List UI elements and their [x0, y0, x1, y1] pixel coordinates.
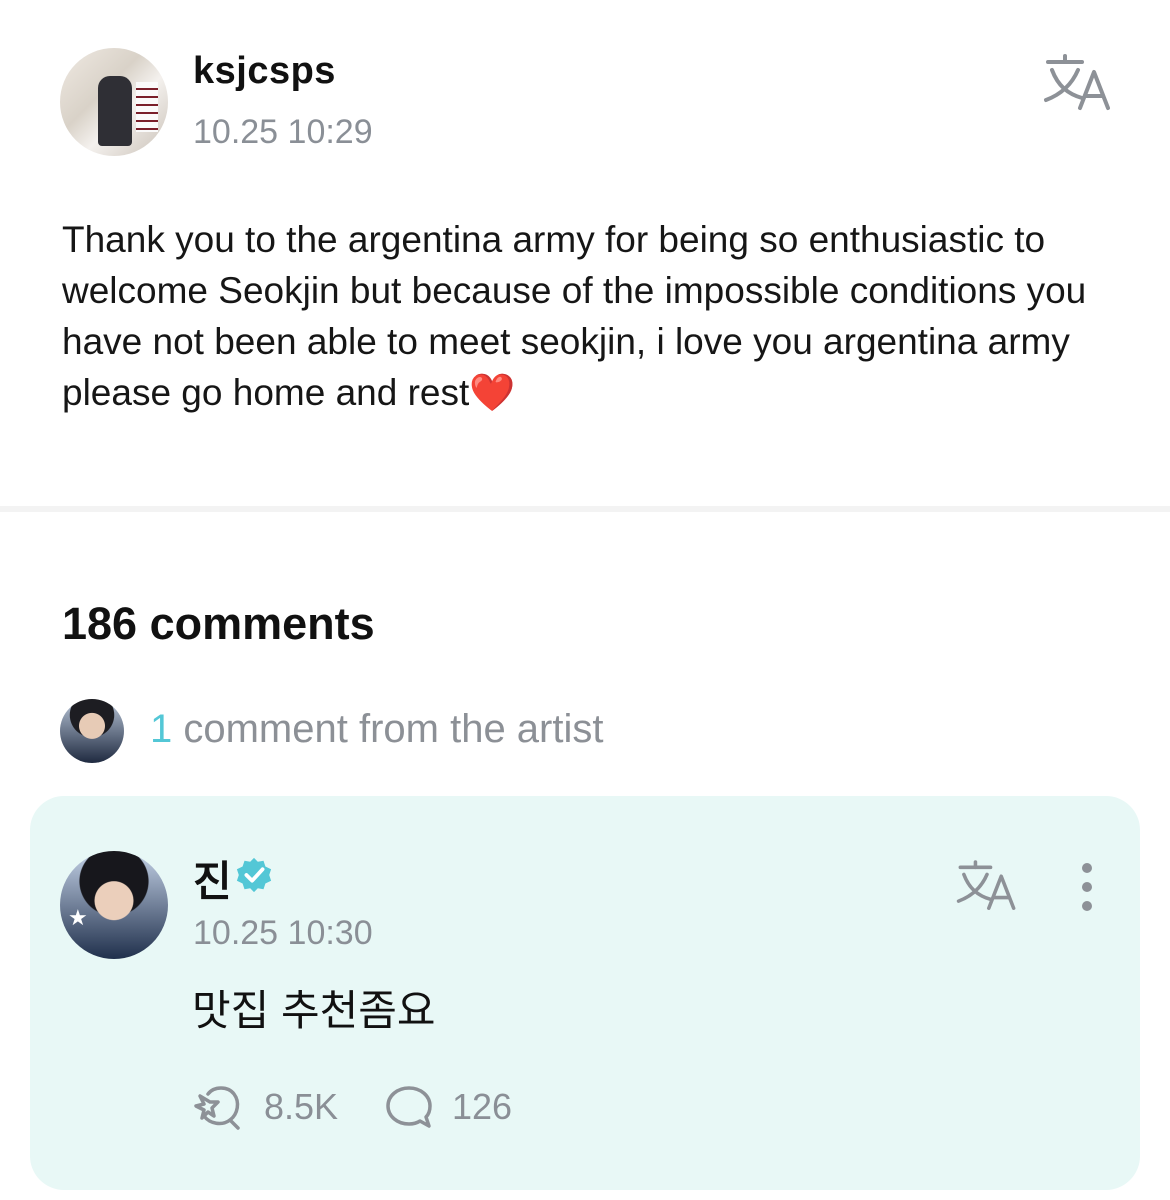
- post-timestamp: 10.25 10:29: [193, 113, 373, 151]
- translate-icon[interactable]: [955, 860, 1019, 912]
- more-options-icon[interactable]: [1074, 862, 1100, 912]
- translate-icon[interactable]: [1042, 54, 1114, 112]
- like-count: 8.5K: [264, 1086, 339, 1127]
- comment-icon[interactable]: [384, 1084, 434, 1130]
- star-icon: ★: [68, 905, 88, 930]
- artist-comment-text: 맛집 추천좀요: [192, 987, 436, 1034]
- artist-comment-timestamp: 10.25 10:30: [193, 914, 373, 952]
- section-divider: [0, 506, 1170, 512]
- artist-avatar[interactable]: ★: [60, 851, 168, 959]
- like-icon[interactable]: [192, 1082, 248, 1132]
- artist-comment-count: 1: [150, 707, 173, 751]
- artist-comment-label: comment from the artist: [172, 707, 604, 751]
- post-body: Thank you to the argentina army for bein…: [62, 219, 1087, 413]
- artist-name[interactable]: 진: [193, 848, 232, 909]
- author-username[interactable]: ksjcsps: [193, 50, 336, 93]
- artist-comment-summary[interactable]: 1 comment from the artist: [150, 707, 603, 752]
- author-avatar[interactable]: [60, 48, 168, 156]
- comments-count: 186 comments: [62, 598, 375, 649]
- reply-count: 126: [452, 1086, 513, 1127]
- artist-avatar-small[interactable]: [60, 699, 124, 763]
- verified-badge-icon: [236, 857, 272, 893]
